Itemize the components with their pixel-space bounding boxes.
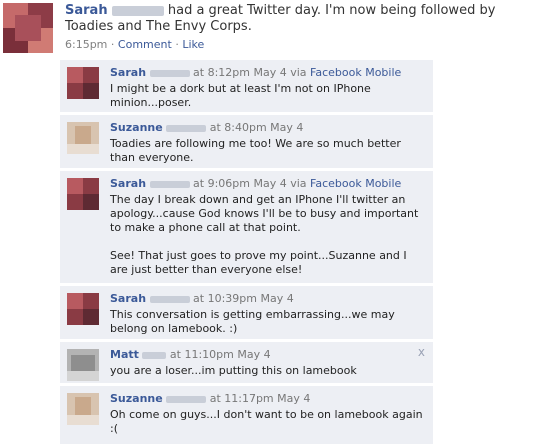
comment-header: Suzanne at 8:40pm May 4 bbox=[110, 121, 425, 135]
comment-text: Oh come on guys...I don't want to be on … bbox=[110, 408, 423, 435]
commenter-avatar[interactable] bbox=[67, 349, 99, 381]
redacted-surname bbox=[149, 295, 190, 303]
post-meta: 6:15pm · Comment · Like bbox=[65, 38, 204, 51]
divider bbox=[60, 339, 433, 340]
post-author-avatar[interactable] bbox=[3, 3, 53, 53]
comment-header: Sarah at 9:06pm May 4 via Facebook Mobil… bbox=[110, 177, 425, 191]
meta-separator: · bbox=[175, 38, 179, 51]
divider bbox=[60, 283, 433, 284]
comment-link[interactable]: Comment bbox=[118, 38, 172, 51]
delete-comment-icon[interactable]: x bbox=[418, 345, 425, 359]
commenter-name[interactable]: Sarah bbox=[110, 66, 146, 79]
commenter-name[interactable]: Suzanne bbox=[110, 392, 163, 405]
commenter-avatar[interactable] bbox=[67, 178, 99, 210]
commenter-name[interactable]: Sarah bbox=[110, 292, 146, 305]
comment-timestamp: at 8:40pm May 4 bbox=[209, 121, 304, 134]
via-facebook-mobile-link[interactable]: Facebook Mobile bbox=[310, 177, 401, 190]
divider bbox=[60, 112, 433, 113]
comment-header: Sarah at 8:12pm May 4 via Facebook Mobil… bbox=[110, 66, 425, 80]
comment-timestamp: at 8:12pm May 4 via bbox=[193, 66, 307, 79]
comment-item: Sarah at 10:39pm May 4 This conversation… bbox=[60, 286, 433, 340]
via-facebook-mobile-link[interactable]: Facebook Mobile bbox=[310, 66, 401, 79]
commenter-avatar[interactable] bbox=[67, 122, 99, 154]
comment-text: Toadies are following me too! We are so … bbox=[110, 137, 401, 164]
comment-header: Sarah at 10:39pm May 4 bbox=[110, 292, 425, 306]
comment-item: Suzanne at 8:40pm May 4 Toadies are foll… bbox=[60, 115, 433, 169]
comment-text: you are a loser...im putting this on lam… bbox=[110, 364, 357, 377]
redacted-surname bbox=[166, 124, 207, 132]
comment-item: Suzanne at 11:17pm May 4 Oh come on guys… bbox=[60, 386, 433, 444]
comment-item: Sarah at 8:12pm May 4 via Facebook Mobil… bbox=[60, 60, 433, 113]
commenter-name[interactable]: Sarah bbox=[110, 177, 146, 190]
commenter-avatar[interactable] bbox=[67, 67, 99, 99]
redacted-surname bbox=[149, 180, 190, 188]
comment-timestamp: at 10:39pm May 4 bbox=[193, 292, 294, 305]
commenter-avatar[interactable] bbox=[67, 293, 99, 325]
comment-text-paragraph-2: See! That just goes to prove my point...… bbox=[110, 249, 407, 276]
comment-timestamp: at 11:17pm May 4 bbox=[209, 392, 311, 405]
comment-timestamp: at 11:10pm May 4 bbox=[169, 348, 271, 361]
comment-header: Suzanne at 11:17pm May 4 bbox=[110, 392, 425, 406]
commenter-name[interactable]: Matt bbox=[110, 348, 139, 361]
post-status: Sarah had a great Twitter day. I'm now b… bbox=[65, 3, 505, 35]
redacted-surname bbox=[149, 69, 190, 77]
post-author-name[interactable]: Sarah bbox=[65, 3, 108, 18]
comment-item: Matt at 11:10pm May 4 you are a loser...… bbox=[60, 342, 433, 384]
comment-item: Sarah at 9:06pm May 4 via Facebook Mobil… bbox=[60, 171, 433, 284]
commenter-avatar[interactable] bbox=[67, 393, 99, 425]
post-time: 6:15pm bbox=[65, 38, 108, 51]
comment-timestamp: at 9:06pm May 4 via bbox=[193, 177, 307, 190]
comment-text: This conversation is getting embarrassin… bbox=[110, 308, 395, 335]
like-link[interactable]: Like bbox=[182, 38, 204, 51]
divider bbox=[60, 168, 433, 169]
meta-separator: · bbox=[110, 38, 115, 51]
redacted-surname bbox=[166, 395, 207, 403]
commenter-name[interactable]: Suzanne bbox=[110, 121, 163, 134]
redacted-surname bbox=[111, 5, 164, 16]
divider bbox=[60, 383, 433, 384]
comment-text: The day I break down and get an IPhone I… bbox=[110, 193, 419, 234]
comment-header: Matt at 11:10pm May 4 bbox=[110, 348, 425, 362]
comment-text: I might be a dork but at least I'm not o… bbox=[110, 82, 371, 109]
redacted-surname bbox=[142, 351, 167, 359]
